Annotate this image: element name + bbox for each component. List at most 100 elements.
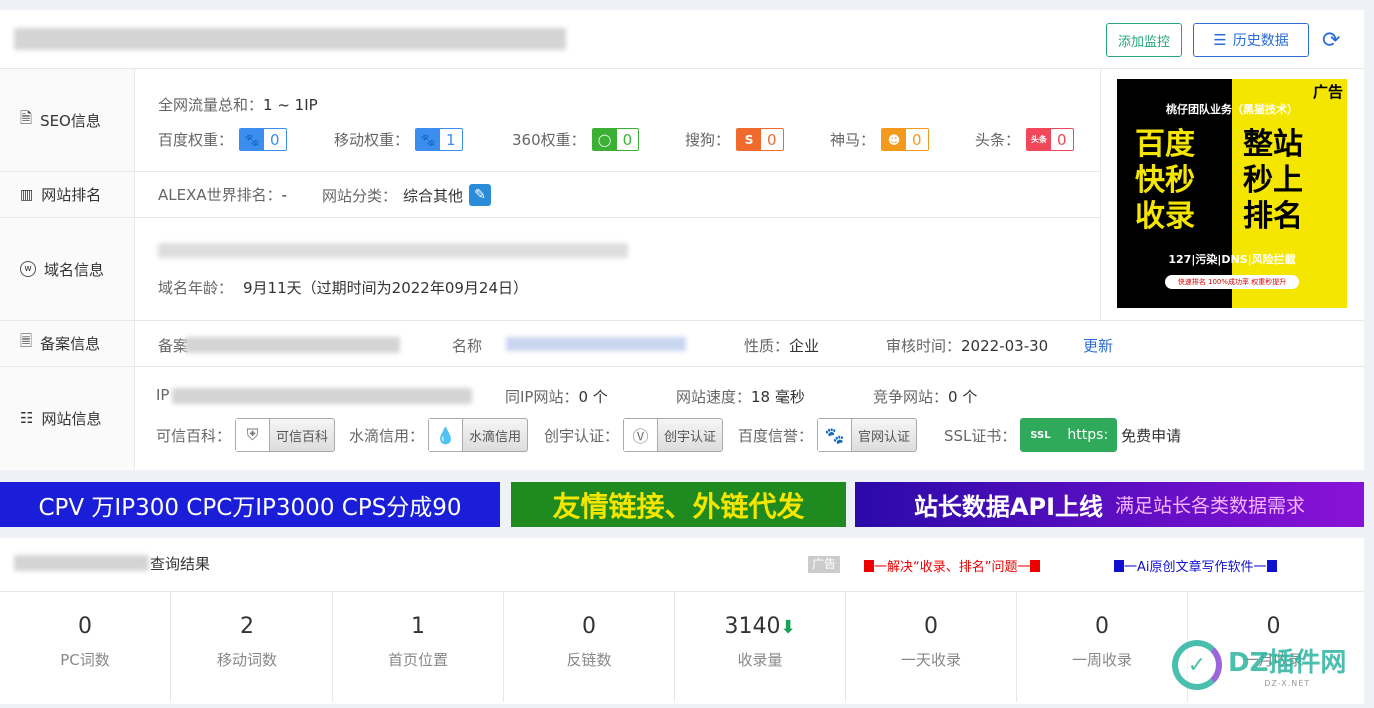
paw-icon: 🐾 <box>240 129 265 150</box>
www-icon: w <box>20 261 36 277</box>
record-icon: 🗏 <box>20 332 33 350</box>
water-drop-icon: 💧 <box>429 419 464 451</box>
stat-mobile-words[interactable]: 2 移动词数 <box>162 592 333 702</box>
watermark: ✓ DZ插件网 DZ-X.NET <box>1172 640 1346 690</box>
banner-api-sub: 满足站长各类数据需求 <box>1115 495 1306 517</box>
ad-image[interactable]: 广告 桃仔团队业务（黑猫技术） 百度 快秒 收录 整站 秒上 排名 127|污染… <box>1117 79 1347 308</box>
weight-value: 0 <box>1057 130 1067 149</box>
weight-label: 360权重： <box>512 131 586 149</box>
traffic-label: 全网流量总和： <box>158 96 264 114</box>
results-ad-tag: 广告 <box>808 556 841 573</box>
same-ip-value: 0 个 <box>578 388 608 406</box>
toutiao-icon: 头条 <box>1027 129 1052 150</box>
add-monitor-button[interactable]: 添加监控 <box>1106 23 1182 57</box>
ip-prefix: IP <box>156 386 170 404</box>
rank-label: 网站排名 <box>41 186 102 204</box>
results-ad-link-1[interactable]: 一解决“收录、排名”问题一 <box>864 556 1041 575</box>
stat-week-indexed[interactable]: 0 一周收录 <box>1017 592 1188 702</box>
add-monitor-label: 添加监控 <box>1117 34 1170 50</box>
verified-icon: Ⓥ <box>624 419 659 451</box>
weight-badge[interactable]: 🐾 1 <box>415 128 463 151</box>
ad-link-2-text: 一Ai原创文章写作软件一 <box>1124 560 1267 575</box>
weight-badge[interactable]: ☻ 0 <box>881 128 929 151</box>
blurred-beian-number <box>185 337 400 353</box>
beian-nature: 性质：企业 <box>744 335 819 356</box>
results-ad-link-2[interactable]: 一Ai原创文章写作软件一 <box>1114 556 1277 575</box>
stat-day-indexed[interactable]: 0 一天收录 <box>846 592 1017 702</box>
ssl-badge-text: https: <box>1059 419 1117 451</box>
domain-label: 域名信息 <box>44 260 105 279</box>
cert-badge[interactable]: ⛨ 可信百科 <box>235 418 336 452</box>
traffic-info: 全网流量总和：1 ~ 1IP <box>158 94 318 115</box>
same-ip-label: 同IP网站： <box>505 388 579 406</box>
dz-logo-icon: ✓ <box>1172 640 1222 690</box>
blurred-ip <box>172 388 472 404</box>
stat-value: 0 <box>582 614 596 639</box>
stat-label: PC词数 <box>60 651 110 669</box>
ad-col1-line: 百度 <box>1135 127 1195 162</box>
cert-badge[interactable]: 💧 水滴信用 <box>428 418 529 452</box>
blue-square-icon <box>1114 559 1124 572</box>
stat-home-position[interactable]: 1 首页位置 <box>333 592 504 702</box>
stat-backlinks[interactable]: 0 反链数 <box>504 592 675 702</box>
ad-col2: 整站 秒上 排名 <box>1243 127 1339 235</box>
weight-shenma: 神马： ☻ 0 <box>830 128 929 151</box>
cert-kexin: 可信百科： ⛨ 可信百科 <box>156 418 336 452</box>
stat-value: 0 <box>924 614 938 639</box>
banner-api[interactable]: 站长数据API上线 满足站长各类数据需求 <box>855 482 1364 527</box>
blue-square-icon <box>1266 559 1277 572</box>
stat-value: 0 <box>1095 614 1109 639</box>
weight-value: 0 <box>767 130 777 149</box>
stat-pc-words[interactable]: 0 PC词数 <box>0 592 171 702</box>
shenma-icon: ☻ <box>882 129 907 150</box>
history-data-button[interactable]: ☰ 历史数据 <box>1193 23 1309 57</box>
speed-label: 网站速度： <box>676 388 752 406</box>
stat-indexed[interactable]: 3140⬇ 收录量 <box>675 592 846 702</box>
ad-link-1-text: 一解决“收录、排名”问题一 <box>874 560 1031 575</box>
ad-line1: 桃仔团队业务（黑猫技术） <box>1166 103 1298 116</box>
compete-value: 0 个 <box>948 388 978 406</box>
weight-value: 0 <box>622 130 633 149</box>
weight-value: 0 <box>270 130 280 149</box>
beian-update-link[interactable]: 更新 <box>1083 335 1113 356</box>
cert-badge[interactable]: 🐾 官网认证 <box>817 418 918 452</box>
stat-value: 2 <box>240 614 254 639</box>
shield-icon: ⛨ <box>236 419 271 451</box>
weight-badge[interactable]: ◯ 0 <box>591 128 640 151</box>
speed-value: 18 毫秒 <box>751 388 805 406</box>
weight-sogou: 搜狗： S0 <box>685 128 784 151</box>
weight-badge[interactable]: S0 <box>736 128 784 151</box>
ssl-badge[interactable]: SSL https: <box>1020 418 1118 452</box>
banner-cpv[interactable]: CPV 万IP300 CPC万IP3000 CPS分成90 <box>0 482 500 527</box>
weight-toutiao: 头条： 头条 0 <box>975 128 1074 151</box>
seo-label: SEO信息 <box>40 111 101 130</box>
edit-icon[interactable]: ✎ <box>469 184 492 206</box>
refresh-icon[interactable]: ⟳ <box>1322 28 1340 53</box>
banner-links-text: 友情链接、外链代发 <box>552 489 805 523</box>
weight-badge[interactable]: 头条 0 <box>1026 128 1074 151</box>
weight-baidu: 百度权重： 🐾 0 <box>158 128 287 151</box>
audit-value: 2022-03-30 <box>961 337 1049 355</box>
banner-links[interactable]: 友情链接、外链代发 <box>511 482 846 527</box>
paw-icon: 🐾 <box>818 419 853 451</box>
ad-col1-line: 收录 <box>1135 199 1195 234</box>
banner-api-text: 站长数据API上线 <box>913 493 1104 521</box>
ad-col1-line: 快秒 <box>1135 163 1195 198</box>
cert-badge[interactable]: Ⓥ 创宇认证 <box>623 418 724 452</box>
ad-line3: 快速排名 100%成功率 权重秒提升 <box>1165 275 1299 289</box>
domain-age-value: 9月11天（过期时间为2022年09月24日） <box>243 279 528 297</box>
ssl-free-link[interactable]: 免费申请 <box>1121 425 1181 446</box>
nature-label: 性质： <box>744 337 790 355</box>
weight-label: 搜狗： <box>685 131 731 149</box>
beian-audit-time: 审核时间：2022-03-30 <box>886 335 1048 356</box>
category-label: 网站分类： <box>322 186 398 205</box>
beian-name-label: 名称 <box>452 337 483 355</box>
blurred-site-title <box>14 28 566 50</box>
watermark-brand: DZ插件网 <box>1228 648 1347 678</box>
weight-360: 360权重： ◯ 0 <box>512 128 640 151</box>
weight-badge[interactable]: 🐾 0 <box>239 128 287 151</box>
cert-label: 可信百科： <box>156 426 232 445</box>
banner-cpv-text: CPV 万IP300 CPC万IP3000 CPS分成90 <box>38 494 462 521</box>
weight-mobile: 移动权重： 🐾 1 <box>334 128 463 151</box>
site-speed: 网站速度：18 毫秒 <box>676 386 805 407</box>
